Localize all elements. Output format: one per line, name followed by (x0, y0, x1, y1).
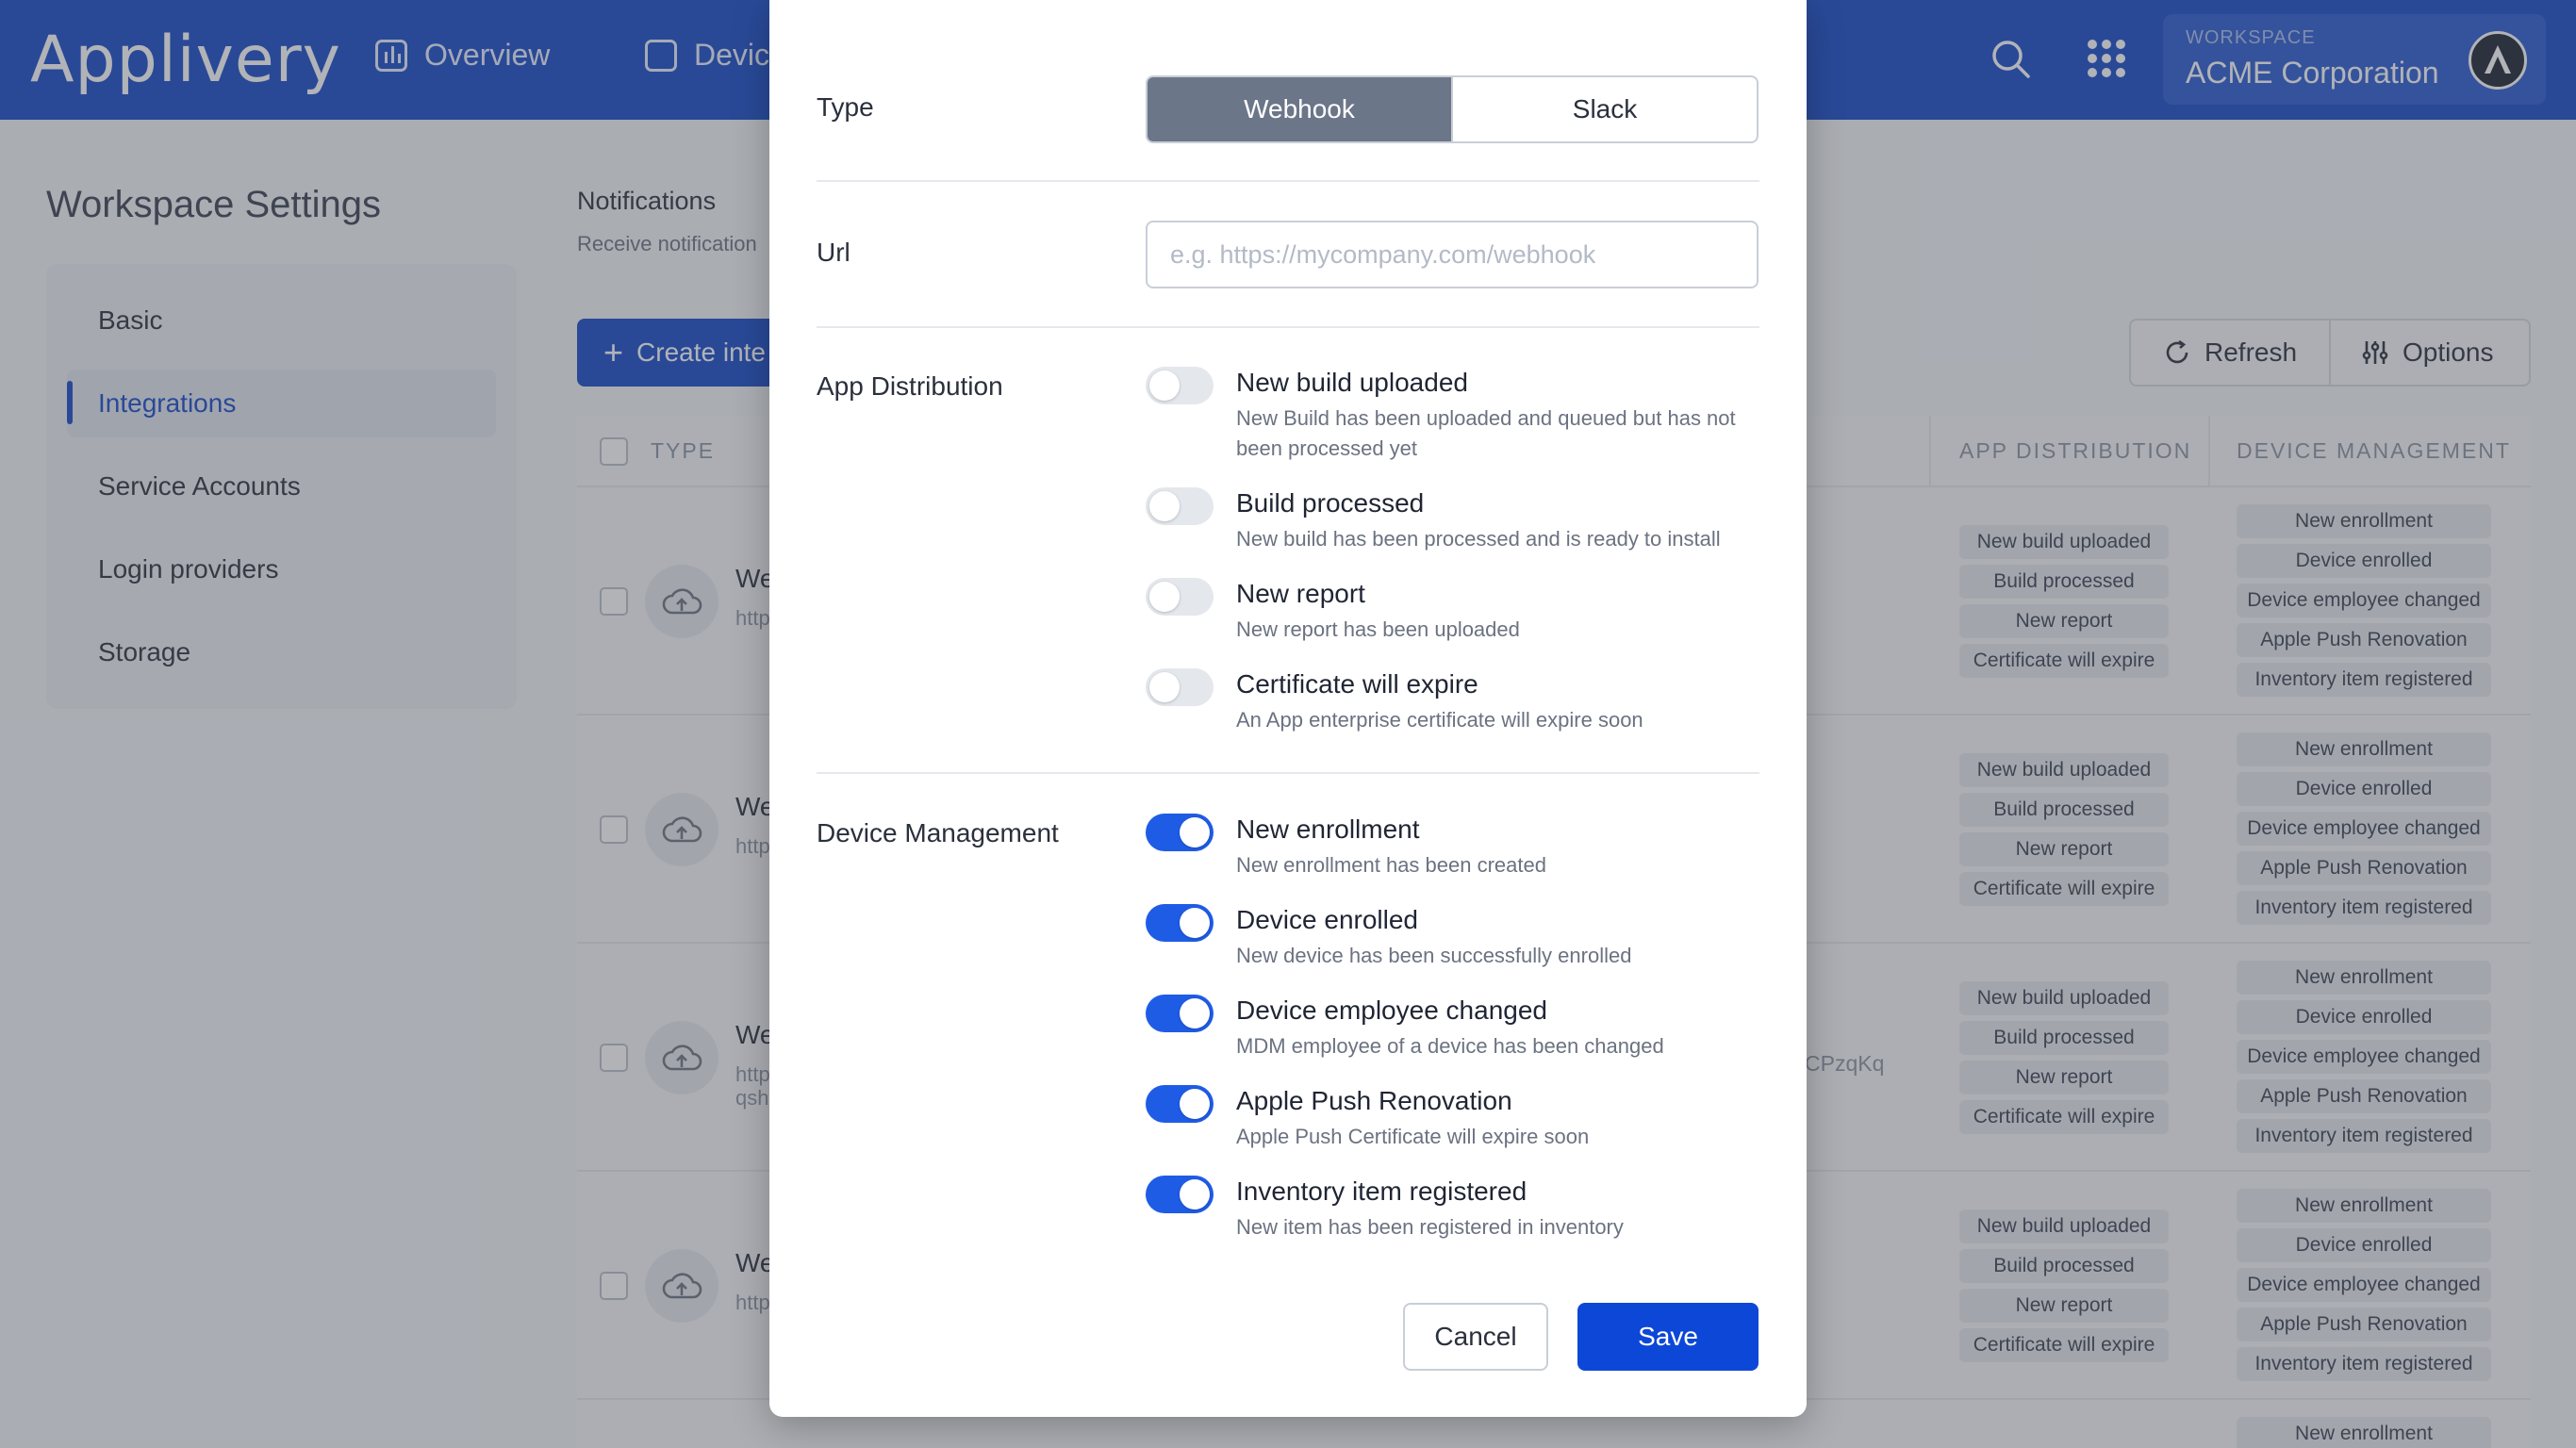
toggle-build-processed[interactable] (1146, 487, 1214, 525)
save-button[interactable]: Save (1577, 1303, 1759, 1371)
option-title: Certificate will expire (1236, 669, 1478, 699)
toggle-new-build-uploaded[interactable] (1146, 367, 1214, 404)
divider (817, 326, 1759, 328)
type-label: Type (817, 92, 874, 122)
divider (817, 180, 1759, 182)
option-title: Device enrolled (1236, 905, 1418, 934)
toggle-certificate-will-expire[interactable] (1146, 668, 1214, 706)
app-distribution-label: App Distribution (817, 371, 1003, 401)
device-management-label: Device Management (817, 818, 1059, 847)
option-title: Device employee changed (1236, 996, 1547, 1025)
type-selector: Webhook Slack (1146, 75, 1759, 143)
option-title: New report (1236, 579, 1365, 608)
toggle-new-enrollment[interactable] (1146, 814, 1214, 851)
option-title: New enrollment (1236, 814, 1420, 844)
option-description: MDM employee of a device has been change… (1236, 1034, 1664, 1058)
option-title: Inventory item registered (1236, 1176, 1527, 1206)
toggle-inventory-item-registered[interactable] (1146, 1176, 1214, 1213)
option-description: New report has been uploaded (1236, 617, 1520, 641)
toggle-device-employee-changed[interactable] (1146, 995, 1214, 1032)
option-description: New build has been processed and is read… (1236, 527, 1721, 551)
divider (817, 772, 1759, 774)
toggle-apple-push-renovation[interactable] (1146, 1085, 1214, 1123)
option-description: New enrollment has been created (1236, 853, 1546, 877)
option-title: New build uploaded (1236, 368, 1468, 397)
option-description: Apple Push Certificate will expire soon (1236, 1125, 1590, 1148)
cancel-button[interactable]: Cancel (1403, 1303, 1548, 1371)
url-label: Url (817, 238, 850, 267)
type-option-slack[interactable]: Slack (1451, 77, 1757, 141)
option-description: New device has been successfully enrolle… (1236, 944, 1632, 967)
toggle-new-report[interactable] (1146, 578, 1214, 616)
option-description: An App enterprise certificate will expir… (1236, 708, 1643, 732)
url-input[interactable] (1146, 221, 1759, 288)
toggle-device-enrolled[interactable] (1146, 904, 1214, 942)
option-description: New Build has been uploaded and queued b… (1236, 406, 1736, 460)
option-title: Apple Push Renovation (1236, 1086, 1512, 1115)
integration-modal: Type Webhook Slack Url App Distribution … (769, 0, 1807, 1417)
option-title: Build processed (1236, 488, 1425, 518)
type-option-webhook[interactable]: Webhook (1148, 77, 1451, 141)
option-description: New item has been registered in inventor… (1236, 1215, 1624, 1239)
